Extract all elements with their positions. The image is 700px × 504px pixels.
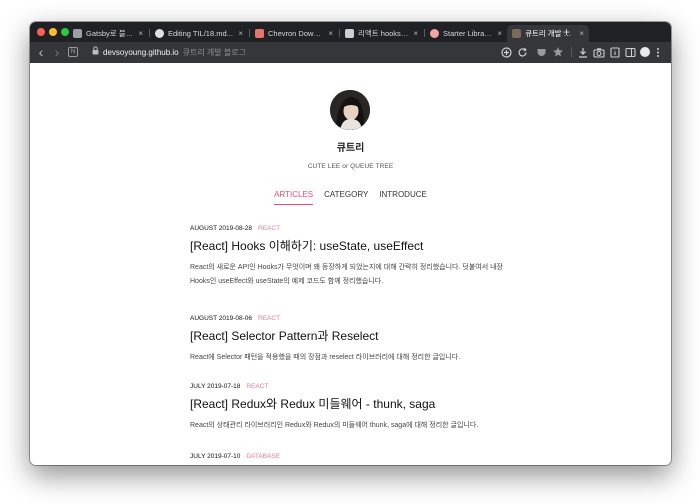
medium-icon bbox=[345, 29, 354, 38]
address-bar[interactable]: devsoyoung.github.io 큐트리 개발 블로그 bbox=[103, 47, 246, 58]
article-list: AUGUST 2019-08-28 REACT [React] Hooks 이해하… bbox=[190, 225, 520, 460]
favicon-icon bbox=[73, 29, 82, 38]
blog-page: 큐트리 CUTE LEE or QUEUE TREE ARTICLES CATE… bbox=[30, 63, 671, 465]
article-date: JULY 2019-07-10 bbox=[190, 453, 241, 460]
url-page-title: 큐트리 개발 블로그 bbox=[182, 48, 246, 57]
article-meta: AUGUST 2019-08-28 REACT bbox=[190, 225, 520, 232]
close-tab-icon[interactable]: × bbox=[497, 29, 502, 38]
favicon-icon bbox=[255, 29, 264, 38]
close-tab-icon[interactable]: × bbox=[413, 29, 418, 38]
article-item[interactable]: AUGUST 2019-08-06 REACT [React] Selector … bbox=[190, 315, 520, 383]
github-icon bbox=[155, 29, 164, 38]
url-text: devsoyoung.github.io bbox=[103, 48, 179, 57]
nav-introduce[interactable]: INTRODUCE bbox=[379, 190, 427, 205]
article-description: React에 Selector 패턴을 적용했을 때의 장점과 reselect… bbox=[190, 354, 461, 361]
nav-articles[interactable]: ARTICLES bbox=[274, 190, 314, 205]
blog-name: 큐트리 bbox=[336, 143, 365, 154]
article-meta: JULY 2019-07-18 REACT bbox=[190, 383, 520, 390]
add-bookmark-icon[interactable] bbox=[501, 47, 512, 58]
browser-toolbar: ‹ › N devsoyoung.github.io 큐트리 개발 블로그 bbox=[30, 42, 671, 63]
minimize-window-button[interactable] bbox=[49, 28, 57, 36]
article-date: AUGUST 2019-08-06 bbox=[190, 315, 253, 322]
toolbar-divider bbox=[571, 47, 572, 58]
forward-button[interactable]: › bbox=[52, 45, 62, 60]
download-icon[interactable] bbox=[578, 47, 588, 58]
blog-subtitle: CUTE LEE or QUEUE TREE bbox=[307, 163, 394, 170]
favicon-icon bbox=[512, 29, 521, 38]
tab-cutree-blog[interactable]: 큐트리 개발 블로그 × bbox=[507, 25, 589, 42]
nav-category[interactable]: CATEGORY bbox=[324, 190, 368, 205]
tab-react-hooks[interactable]: 리액트 hooks, use... × bbox=[340, 25, 423, 42]
tab-label: Starter Library |... bbox=[443, 29, 493, 38]
star-bookmark-icon[interactable] bbox=[552, 46, 564, 58]
article-item[interactable]: AUGUST 2019-08-28 REACT [React] Hooks 이해하… bbox=[190, 225, 520, 315]
close-tab-icon[interactable]: × bbox=[328, 29, 333, 38]
article-category[interactable]: REACT bbox=[246, 383, 268, 390]
article-title[interactable]: [React] Redux와 Redux 미들웨어 - thunk, saga bbox=[190, 395, 520, 412]
article-category[interactable]: DATABASE bbox=[246, 453, 280, 460]
tab-label: 리액트 hooks, use... bbox=[358, 29, 410, 38]
refresh-icon[interactable] bbox=[517, 47, 528, 58]
more-menu-icon[interactable] bbox=[656, 47, 660, 58]
tab-editing-til[interactable]: Editing TIL/18.md... × bbox=[150, 25, 248, 42]
lock-icon bbox=[92, 46, 99, 55]
article-description: React의 새로운 API인 Hooks가 무엇이며 왜 등장하게 되었는지에… bbox=[190, 264, 503, 285]
article-category[interactable]: REACT bbox=[258, 315, 280, 322]
tab-strip: Gatsby로 블로그 만... × Editing TIL/18.md... … bbox=[30, 22, 671, 42]
pocket-icon[interactable] bbox=[536, 47, 547, 58]
article-category[interactable]: REACT bbox=[258, 225, 280, 232]
tab-starter-library[interactable]: Starter Library |... × bbox=[425, 25, 507, 42]
close-tab-icon[interactable]: × bbox=[579, 29, 584, 38]
info-icon[interactable] bbox=[610, 47, 620, 58]
blog-nav: ARTICLES CATEGORY INTRODUCE bbox=[30, 190, 671, 205]
tab-gatsby-blog[interactable]: Gatsby로 블로그 만... × bbox=[68, 25, 148, 42]
back-button[interactable]: ‹ bbox=[36, 45, 46, 60]
article-date: AUGUST 2019-08-28 bbox=[190, 225, 253, 232]
camera-icon[interactable] bbox=[593, 47, 605, 58]
article-date: JULY 2019-07-18 bbox=[190, 383, 241, 390]
site-info-icon[interactable]: N bbox=[68, 47, 78, 57]
profile-photo bbox=[330, 90, 370, 130]
profile-avatar-icon[interactable] bbox=[640, 47, 650, 57]
article-description: React의 상태관리 라이브러리인 Redux와 Redux의 미들웨어 th… bbox=[190, 422, 479, 429]
article-title[interactable]: [React] Hooks 이해하기: useState, useEffect bbox=[190, 237, 520, 254]
tab-label: Chevron Down Ic... bbox=[268, 29, 324, 38]
tab-label: Editing TIL/18.md... bbox=[168, 29, 233, 38]
close-window-button[interactable] bbox=[37, 28, 45, 36]
new-tab-button[interactable]: + bbox=[563, 24, 570, 40]
article-meta: AUGUST 2019-08-06 REACT bbox=[190, 315, 520, 322]
close-tab-icon[interactable]: × bbox=[138, 29, 143, 38]
favicon-icon bbox=[430, 29, 439, 38]
tab-chevron-down-icon[interactable]: Chevron Down Ic... × bbox=[250, 25, 338, 42]
close-tab-icon[interactable]: × bbox=[238, 29, 243, 38]
article-title[interactable]: [React] Selector Pattern과 Reselect bbox=[190, 327, 520, 344]
tab-label: Gatsby로 블로그 만... bbox=[86, 29, 134, 38]
browser-window: Gatsby로 블로그 만... × Editing TIL/18.md... … bbox=[30, 22, 671, 465]
sidebar-icon[interactable] bbox=[625, 47, 636, 58]
article-meta: JULY 2019-07-10 DATABASE bbox=[190, 453, 520, 460]
article-item[interactable]: JULY 2019-07-18 REACT [React] Redux와 Redu… bbox=[190, 383, 520, 453]
article-item[interactable]: JULY 2019-07-10 DATABASE bbox=[190, 453, 520, 460]
